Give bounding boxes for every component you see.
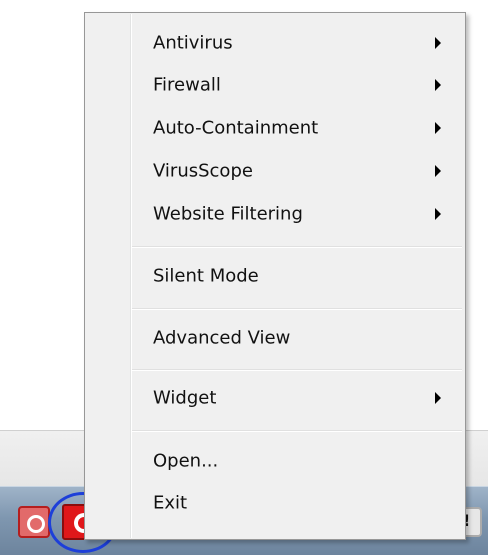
menu-item-firewall[interactable]: Firewall [86, 64, 464, 106]
menu-item-open[interactable]: Open... [86, 440, 464, 482]
submenu-arrow-icon [435, 165, 441, 177]
menu-item-website-filtering[interactable]: Website Filtering [86, 193, 464, 235]
menu-item-label: Auto-Containment [153, 117, 319, 139]
menu-item-label: Firewall [153, 74, 221, 96]
menu-separator [132, 308, 462, 310]
menu-item-virusscope[interactable]: VirusScope [86, 150, 464, 192]
menu-item-silent-mode[interactable]: Silent Mode [86, 255, 464, 297]
menu-separator [132, 369, 462, 371]
menu-separator [132, 246, 462, 248]
menu-item-label: Advanced View [153, 327, 291, 349]
menu-item-label: Silent Mode [153, 265, 259, 287]
menu-item-widget[interactable]: Widget [86, 377, 464, 419]
menu-item-auto-containment[interactable]: Auto-Containment [86, 107, 464, 149]
submenu-arrow-icon [435, 79, 441, 91]
menu-item-antivirus[interactable]: Antivirus [86, 22, 464, 64]
menu-item-label: VirusScope [153, 160, 253, 182]
red-cog-icon[interactable] [18, 506, 50, 538]
menu-item-label: Antivirus [153, 32, 233, 54]
menu-item-label: Open... [153, 450, 219, 472]
submenu-arrow-icon [435, 392, 441, 404]
menu-item-exit[interactable]: Exit [86, 482, 464, 524]
menu-item-label: Website Filtering [153, 203, 303, 225]
menu-item-advanced-view[interactable]: Advanced View [86, 317, 464, 359]
menu-separator [132, 430, 462, 432]
submenu-arrow-icon [435, 37, 441, 49]
menu-item-label: Widget [153, 387, 217, 409]
submenu-arrow-icon [435, 122, 441, 134]
menu-item-label: Exit [153, 492, 188, 514]
context-menu: Antivirus Firewall Auto-Containment Viru… [84, 12, 466, 540]
submenu-arrow-icon [435, 208, 441, 220]
